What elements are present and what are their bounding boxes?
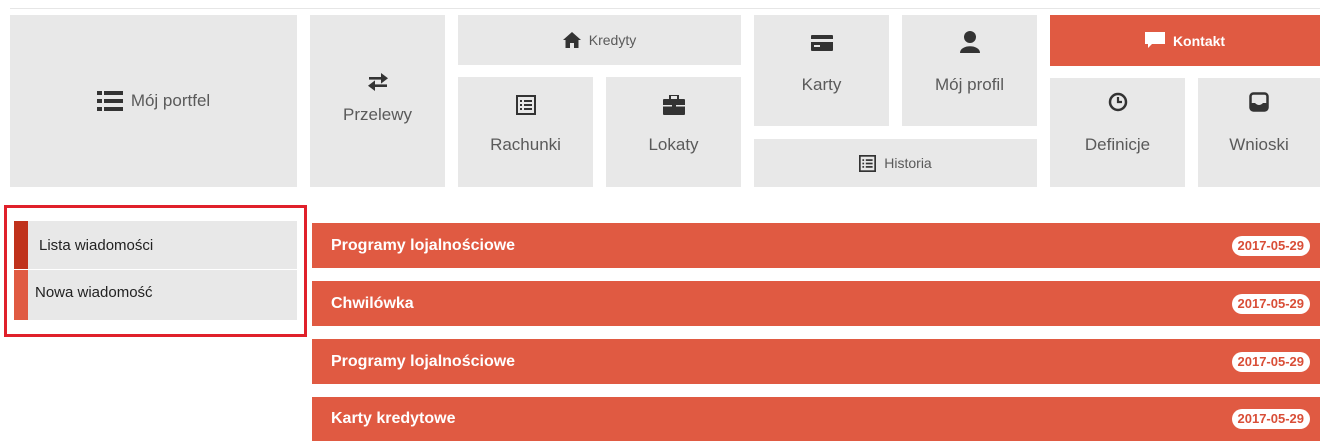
tile-definicje[interactable]: Definicje [1050, 78, 1185, 187]
sidebar-item-lista-wiadomosci[interactable]: Lista wiadomości [14, 221, 297, 269]
tile-kontakt-label: Kontakt [1172, 32, 1226, 49]
tile-wnioski-label: Wnioski [1229, 135, 1289, 154]
tile-kredyty[interactable]: Kredyty [458, 15, 741, 65]
item-indicator [14, 270, 28, 320]
message-date-badge: 2017-05-29 [1231, 409, 1310, 429]
message-row[interactable]: Programy lojalnościowe 2017-05-29 [312, 339, 1320, 384]
home-icon [562, 32, 581, 48]
clock-icon [1050, 92, 1185, 112]
message-title: Chwilówka [331, 294, 414, 312]
message-row[interactable]: Chwilówka 2017-05-29 [312, 281, 1320, 326]
tile-rachunki[interactable]: Rachunki [458, 77, 593, 187]
message-title: Karty kredytowe [331, 410, 456, 427]
tile-lokaty-label: Lokaty [648, 135, 699, 154]
top-divider [10, 8, 1320, 9]
credit-card-icon [754, 35, 889, 51]
tile-karty-label: Karty [801, 75, 842, 94]
message-date-badge: 2017-05-29 [1231, 235, 1310, 256]
tile-kontakt[interactable]: Kontakt [1050, 15, 1320, 66]
tile-moj-portfel-label: Mój portfel [130, 91, 211, 110]
tile-moj-portfel[interactable]: Mój portfel [10, 15, 297, 187]
tile-karty[interactable]: Karty [754, 15, 889, 126]
message-row[interactable]: Programy lojalnościowe 2017-05-29 [312, 223, 1320, 268]
tile-kredyty-label: Kredyty [588, 32, 637, 48]
tile-rachunki-label: Rachunki [490, 135, 561, 154]
tile-moj-profil[interactable]: Mój profil [902, 15, 1037, 126]
message-row[interactable]: Karty kredytowe 2017-05-29 [312, 397, 1320, 441]
tile-moj-profil-label: Mój profil [935, 75, 1004, 94]
document-list-icon [458, 95, 593, 115]
list-icon [96, 90, 123, 112]
tile-definicje-label: Definicje [1084, 135, 1151, 154]
tile-przelewy[interactable]: Przelewy [310, 15, 445, 187]
user-icon [902, 31, 1037, 53]
sidebar-item-nowa-wiadomosc[interactable]: Nowa wiadomość [14, 270, 297, 320]
chat-bubble-icon [1144, 32, 1165, 49]
active-indicator [14, 221, 28, 269]
sidebar-item-label: Nowa wiadomość [35, 284, 153, 301]
message-date-badge: 2017-05-29 [1231, 351, 1310, 372]
tile-historia[interactable]: Historia [754, 139, 1037, 187]
tile-lokaty[interactable]: Lokaty [606, 77, 741, 187]
transfer-arrows-icon [310, 73, 445, 91]
sidebar-item-label: Lista wiadomości [39, 236, 154, 254]
tile-przelewy-label: Przelewy [343, 105, 412, 124]
briefcase-icon [606, 95, 741, 115]
tile-historia-label: Historia [884, 155, 932, 171]
message-date-badge: 2017-05-29 [1231, 293, 1310, 314]
inbox-icon [1198, 92, 1320, 112]
tile-wnioski[interactable]: Wnioski [1198, 78, 1320, 187]
message-title: Programy lojalnościowe [331, 352, 516, 370]
document-list-icon [859, 154, 877, 172]
message-title: Programy lojalnościowe [331, 236, 516, 254]
